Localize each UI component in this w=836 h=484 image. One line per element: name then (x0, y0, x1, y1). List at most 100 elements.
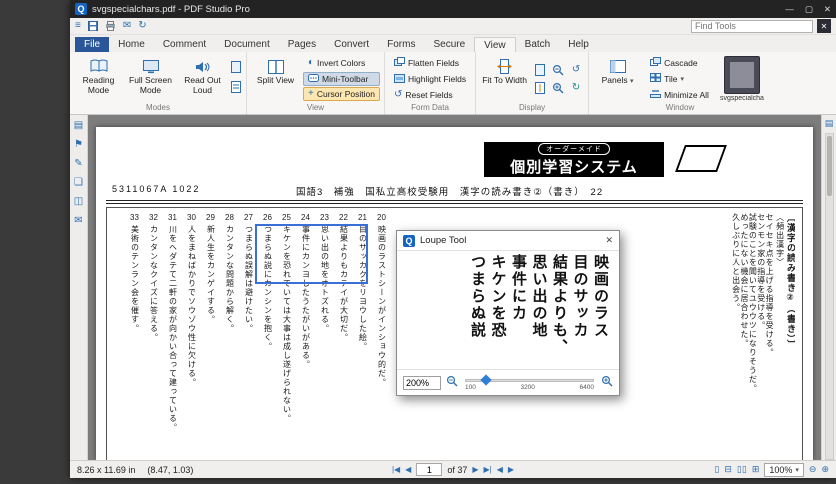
single-page-layout-icon[interactable]: ▯ (714, 465, 719, 474)
question-column: 32 カンタンなクイズに答える。 (144, 213, 163, 453)
loupe-tool-dialog[interactable]: Q Loupe Tool ✕ 映画のラス 目のサッカ 結果よりも、 思い出の地 … (396, 230, 620, 396)
next-page-icon[interactable]: ▶ (472, 465, 478, 474)
read-out-loud-button[interactable]: Read Out Loud (178, 54, 227, 103)
cascade-button[interactable]: Cascade (645, 55, 714, 70)
tab-pages[interactable]: Pages (279, 37, 325, 52)
find-close-icon[interactable]: ✕ (817, 19, 831, 33)
bookmarks-panel-icon[interactable]: ⚑ (74, 140, 83, 150)
cursor-position-button[interactable]: + Cursor Position (303, 87, 380, 102)
tab-comment[interactable]: Comment (154, 37, 215, 52)
question-text: 新人生をカンゲイする。 (206, 225, 215, 324)
invert-colors-icon: ◐ (308, 56, 315, 68)
first-page-icon[interactable]: |◀ (392, 465, 400, 474)
grid-layout-icon[interactable]: ⊞ (752, 465, 760, 474)
rotate-right-icon[interactable]: ↻ (568, 80, 584, 96)
rotate-left-icon[interactable]: ↺ (568, 62, 584, 78)
reset-fields-button[interactable]: ↺ Reset Fields (389, 88, 471, 102)
tab-convert[interactable]: Convert (325, 37, 378, 52)
question-number: 32 (149, 213, 158, 222)
page-number-input[interactable] (416, 463, 443, 476)
view-controls: ▯ ⊟ ▯▯ ⊞ 100% ▾ ⊖ ⊕ (714, 462, 829, 477)
tab-home[interactable]: Home (109, 37, 154, 52)
minimize-all-icon (650, 89, 662, 100)
zoom-level-select[interactable]: 100% ▾ (764, 462, 804, 477)
menu-icon[interactable]: ≡ (75, 21, 81, 31)
tile-label: Tile (664, 73, 678, 84)
last-page-icon[interactable]: ▶| (484, 465, 492, 474)
tab-batch[interactable]: Batch (516, 37, 560, 52)
maximize-button[interactable]: ▢ (805, 4, 813, 15)
signatures-panel-icon[interactable]: ✎ (74, 159, 82, 169)
group-view: Split View ◐ Invert Colors Mini-Toolbar (246, 52, 384, 114)
ribbon-tabs: File Home Comment Document Pages Convert… (70, 35, 836, 53)
status-zoom-out-icon[interactable]: ⊖ (809, 465, 817, 474)
group-form-data: Flatten Fields Highlight Fields ↺ Reset … (383, 52, 475, 114)
loupe-zoom-out-icon[interactable] (446, 374, 458, 392)
close-button[interactable]: ✕ (824, 4, 831, 15)
save-icon[interactable] (87, 21, 98, 31)
facing-pages-layout-icon[interactable]: ▯▯ (737, 465, 747, 474)
mini-toolbar-label: Mini-Toolbar (322, 73, 369, 84)
panels-button[interactable]: Panels ▾ (593, 54, 642, 103)
ribbon-body: Reading Mode Full Screen Mode Read Out L… (70, 52, 836, 115)
fit-to-width-button[interactable]: Fit To Width (480, 54, 529, 103)
split-view-button[interactable]: Split View (251, 54, 300, 103)
page-view-alt-icon[interactable] (231, 80, 241, 98)
loupe-title-bar[interactable]: Q Loupe Tool ✕ (397, 231, 619, 251)
minimize-all-button[interactable]: Minimize All (645, 87, 714, 102)
previous-page-icon[interactable]: ◀ (405, 465, 411, 474)
tab-forms[interactable]: Forms (378, 37, 424, 52)
loupe-zoom-input[interactable] (403, 375, 441, 390)
flatten-fields-button[interactable]: Flatten Fields (389, 55, 471, 70)
fit-page-icon[interactable] (532, 62, 548, 78)
zoom-caret-icon: ▾ (795, 466, 799, 474)
full-screen-mode-button[interactable]: Full Screen Mode (126, 54, 175, 103)
tab-secure[interactable]: Secure (424, 37, 474, 52)
panel-toggle-icon[interactable]: ▤ (825, 118, 834, 129)
tile-caret-icon: ▾ (680, 75, 684, 83)
fit-height-icon[interactable] (532, 80, 548, 96)
loupe-zoom-slider[interactable]: 100 3200 6400 (463, 373, 596, 392)
email-icon[interactable]: ✉ (123, 21, 131, 31)
status-zoom-in-icon[interactable]: ⊕ (821, 465, 829, 474)
tile-button[interactable]: Tile ▾ (645, 71, 714, 86)
tab-help[interactable]: Help (559, 37, 598, 52)
group-view-label: View (306, 103, 325, 112)
loupe-close-icon[interactable]: ✕ (605, 235, 613, 246)
scrollbar-thumb[interactable] (826, 136, 832, 196)
zoom-in-tool-icon[interactable] (550, 80, 566, 96)
loupe-zoom-in-icon[interactable] (601, 374, 613, 392)
tab-view[interactable]: View (474, 37, 516, 53)
highlight-fields-button[interactable]: Highlight Fields (389, 72, 471, 87)
split-view-icon (267, 57, 284, 76)
find-tools-input[interactable] (691, 19, 813, 33)
open-document-thumbnail[interactable]: svgspecialchars (717, 54, 767, 103)
section-subtitle: 〈頻出漢字〉 (775, 213, 784, 267)
loupe-text-line: 事件にカ (510, 254, 527, 322)
comments-panel-icon[interactable]: ✉ (74, 216, 82, 226)
tab-document[interactable]: Document (215, 37, 279, 52)
tab-file[interactable]: File (75, 37, 110, 52)
reading-mode-button[interactable]: Reading Mode (74, 54, 123, 103)
vertical-scrollbar[interactable] (824, 133, 834, 460)
page-view-icon[interactable] (231, 60, 241, 78)
history-back-icon[interactable]: ◀ (497, 465, 503, 474)
mini-toolbar-icon (308, 73, 319, 84)
group-window-label: Window (665, 103, 695, 112)
history-forward-icon[interactable]: ▶ (508, 465, 514, 474)
print-icon[interactable] (105, 21, 116, 31)
attachments-panel-icon[interactable]: ❏ (74, 178, 83, 188)
layers-panel-icon[interactable]: ◫ (74, 197, 83, 207)
question-number: 31 (168, 213, 177, 222)
thumbnails-panel-icon[interactable]: ▤ (74, 121, 83, 131)
section-title: 〔漢字の読み書き②（書き）〕 (786, 213, 795, 350)
continuous-layout-icon[interactable]: ⊟ (724, 465, 732, 474)
mini-toolbar-button[interactable]: Mini-Toolbar (303, 71, 380, 86)
question-number: 21 (358, 213, 367, 222)
refresh-icon[interactable]: ↻ (138, 21, 146, 31)
loupe-source-rectangle[interactable] (255, 224, 368, 284)
book-icon (90, 57, 108, 76)
minimize-button[interactable]: — (785, 4, 794, 15)
zoom-out-tool-icon[interactable] (550, 62, 566, 78)
invert-colors-button[interactable]: ◐ Invert Colors (303, 56, 380, 70)
